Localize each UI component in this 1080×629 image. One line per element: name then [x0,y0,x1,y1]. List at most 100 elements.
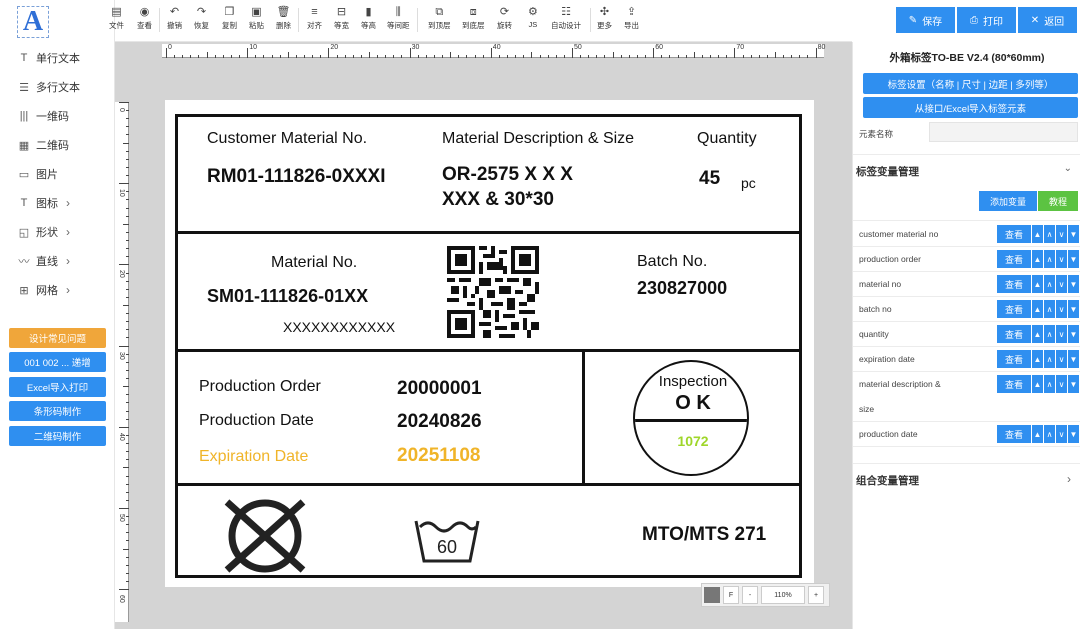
move-down-icon[interactable]: ∨ [1056,350,1067,368]
view-variable-button[interactable]: 查看 [997,375,1031,393]
qrcode-make-button[interactable]: 二维码制作 [9,426,106,446]
paste-button[interactable]: ▣ 粘贴 [249,5,264,31]
material-no-value: SM01-111826-01XX [207,286,369,306]
send-to-bottom-button[interactable]: ⧈ 到底层 [462,5,485,31]
more-button[interactable]: ✣ 更多 [597,5,612,31]
sliders-icon: ⚙ [528,6,538,18]
print-button[interactable]: ⎙ 打印 [957,7,1016,33]
fit-button[interactable]: F [723,586,739,604]
file-button[interactable]: ▤ 文件 [109,5,124,31]
label-settings-button[interactable]: 标签设置（名称 | 尺寸 | 边距 | 多列等） [863,73,1078,94]
move-bottom-icon[interactable]: ▼ [1068,425,1079,443]
import-elements-button[interactable]: 从接口/Excel导入标签元素 [863,97,1078,118]
align-button[interactable]: ≡ 对齐 [307,5,322,31]
move-top-icon[interactable]: ▲ [1032,350,1043,368]
move-down-icon[interactable]: ∨ [1056,375,1067,393]
move-up-icon[interactable]: ∧ [1044,375,1055,393]
export-button[interactable]: ⇪ 导出 [624,5,639,31]
tool-barcode[interactable]: ||| 一维码 [16,106,111,126]
left-sidebar: A T 单行文本 ☰ 多行文本 ||| 一维码 ▦ 二维码 ▭ 图片 T 图标 › ◱ 形状 › … [0,0,115,629]
ruler-tick [263,55,265,58]
ruler-tick [126,581,129,583]
move-up-icon[interactable]: ∧ [1044,225,1055,243]
move-top-icon[interactable]: ▲ [1032,250,1043,268]
excel-import-print-button[interactable]: Excel导入打印 [9,377,106,397]
move-up-icon[interactable]: ∧ [1044,425,1055,443]
zoom-in-button[interactable]: + [808,586,824,604]
move-up-icon[interactable]: ∧ [1044,275,1055,293]
barcode-make-button[interactable]: 条形码制作 [9,401,106,421]
move-top-icon[interactable]: ▲ [1032,325,1043,343]
redo-button[interactable]: ↷ 恢复 [194,5,209,31]
view-variable-button[interactable]: 查看 [997,300,1031,318]
move-top-icon[interactable]: ▲ [1032,425,1043,443]
move-bottom-icon[interactable]: ▼ [1068,325,1079,343]
equal-spacing-button[interactable]: ⫼ 等间距 [387,5,410,31]
move-down-icon[interactable]: ∨ [1056,425,1067,443]
zoom-level[interactable]: 110% [761,586,805,604]
move-bottom-icon[interactable]: ▼ [1068,375,1079,393]
move-up-icon[interactable]: ∧ [1044,250,1055,268]
move-bottom-icon[interactable]: ▼ [1068,300,1079,318]
move-top-icon[interactable]: ▲ [1032,275,1043,293]
view-variable-button[interactable]: 查看 [997,325,1031,343]
view-variable-button[interactable]: 查看 [997,250,1031,268]
row-divider [178,231,799,234]
add-variable-button[interactable]: 添加变量 [979,191,1037,211]
move-down-icon[interactable]: ∨ [1056,325,1067,343]
design-faq-button[interactable]: 设计常见问题 [9,328,106,348]
move-bottom-icon[interactable]: ▼ [1068,250,1079,268]
copy-button[interactable]: ❐ 复制 [222,5,237,31]
move-bottom-icon[interactable]: ▼ [1068,275,1079,293]
equal-width-button[interactable]: ⊟ 等宽 [334,5,349,31]
tool-qrcode[interactable]: ▦ 二维码 [16,135,111,155]
move-down-icon[interactable]: ∨ [1056,275,1067,293]
back-button[interactable]: ✕ 返回 [1018,7,1077,33]
view-variable-button[interactable]: 查看 [997,225,1031,243]
increment-button[interactable]: 001 002 ... 递增 [9,352,106,372]
move-bottom-icon[interactable]: ▼ [1068,225,1079,243]
chevron-right-icon[interactable]: › [1067,472,1071,486]
label-paper[interactable]: Customer Material No. RM01-111826-0XXXI … [165,100,814,587]
zoom-out-button[interactable]: - [742,586,758,604]
tool-icon[interactable]: T 图标 › [16,193,111,213]
tool-line[interactable]: 〰直线 › [16,251,111,271]
tool-single-line-text[interactable]: T 单行文本 [16,48,111,68]
delete-button[interactable]: 🗑 删除 [276,5,291,31]
save-button[interactable]: ✎ 保存 [896,7,955,33]
rotate-button[interactable]: ⟳ 旋转 [497,5,512,31]
tutorial-button[interactable]: 教程 [1038,191,1078,211]
variable-actions: 查看 ▲ ∧ ∨ ▼ [997,350,1079,368]
equal-height-icon: ▮ [365,6,372,18]
equal-height-button[interactable]: ▮ 等高 [361,5,376,31]
tool-grid[interactable]: ⊞ 网格 › [16,280,111,300]
move-top-icon[interactable]: ▲ [1032,225,1043,243]
move-up-icon[interactable]: ∧ [1044,300,1055,318]
move-up-icon[interactable]: ∧ [1044,350,1055,368]
move-top-icon[interactable]: ▲ [1032,300,1043,318]
element-name-input[interactable] [929,122,1078,142]
tool-image[interactable]: ▭ 图片 [16,164,111,184]
move-down-icon[interactable]: ∨ [1056,300,1067,318]
undo-button[interactable]: ↶ 撤销 [167,5,182,31]
move-down-icon[interactable]: ∨ [1056,250,1067,268]
tool-shape[interactable]: ◱ 形状 › [16,222,111,242]
ruler-top-label: 80 [817,44,826,51]
color-swatch[interactable] [704,587,720,603]
ruler-tick [563,55,565,58]
view-variable-button[interactable]: 查看 [997,350,1031,368]
auto-design-button[interactable]: ☷ 自动设计 [551,5,581,31]
chevron-down-icon[interactable]: ⌄ [1064,163,1072,174]
move-up-icon[interactable]: ∧ [1044,325,1055,343]
bring-to-top-button[interactable]: ⧉ 到顶层 [428,5,451,31]
move-down-icon[interactable]: ∨ [1056,225,1067,243]
tool-multi-line-text[interactable]: ☰ 多行文本 [16,77,111,97]
js-button[interactable]: ⚙ JS [528,5,538,29]
view-button[interactable]: ◉ 查看 [137,5,152,31]
ruler-tick [126,394,129,396]
move-bottom-icon[interactable]: ▼ [1068,350,1079,368]
view-variable-button[interactable]: 查看 [997,425,1031,443]
move-top-icon[interactable]: ▲ [1032,375,1043,393]
inspection-ok: O K [675,392,711,414]
view-variable-button[interactable]: 查看 [997,275,1031,293]
